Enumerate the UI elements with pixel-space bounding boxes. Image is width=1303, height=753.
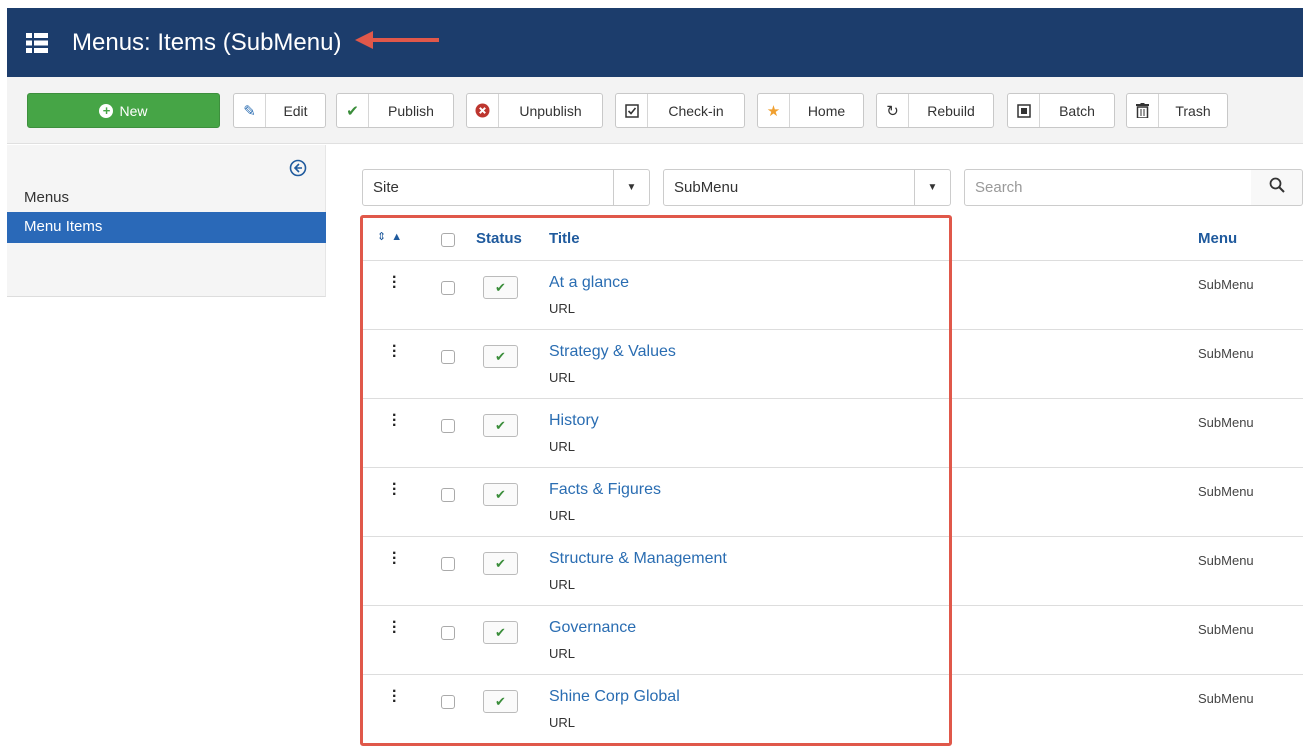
table-row: · · · ✔ Governance URL SubMenu (362, 606, 1303, 675)
page-title: Menus: Items (SubMenu) (72, 28, 342, 56)
item-type: URL (549, 370, 576, 385)
search-input[interactable]: Search (964, 169, 1252, 206)
published-status-button[interactable]: ✔ (483, 690, 518, 713)
check-icon: ✔ (495, 417, 506, 433)
item-type: URL (549, 715, 576, 730)
title-column-header[interactable]: Title (549, 230, 580, 247)
item-title-link[interactable]: Structure & Management (549, 550, 727, 568)
published-status-button[interactable]: ✔ (483, 414, 518, 437)
item-type: URL (549, 439, 576, 454)
refresh-icon: ↻ (877, 94, 909, 127)
published-status-button[interactable]: ✔ (483, 552, 518, 575)
item-type: URL (549, 508, 576, 523)
batch-button[interactable]: Batch (1007, 93, 1115, 128)
item-menu: SubMenu (1198, 277, 1254, 292)
star-icon: ★ (758, 94, 790, 127)
search-button[interactable] (1251, 169, 1303, 206)
arrow-left-icon (355, 30, 441, 55)
item-type: URL (549, 301, 576, 316)
row-checkbox[interactable] (441, 626, 455, 640)
plus-circle-icon: + (99, 103, 114, 118)
table-row: · · · ✔ Facts & Figures URL SubMenu (362, 468, 1303, 537)
item-title-link[interactable]: Governance (549, 619, 636, 637)
item-menu: SubMenu (1198, 622, 1254, 637)
unpublish-button[interactable]: Unpublish (466, 93, 603, 128)
item-type: URL (549, 577, 576, 592)
table-row: · · · ✔ Structure & Management URL SubMenu (362, 537, 1303, 606)
check-icon: ✔ (495, 348, 506, 364)
table-row: · · · ✔ Strategy & Values URL SubMenu (362, 330, 1303, 399)
published-status-button[interactable]: ✔ (483, 621, 518, 644)
trash-icon (1127, 94, 1159, 127)
list-icon (26, 32, 48, 53)
checkbox-icon (616, 94, 648, 127)
table-row: · · · ✔ Shine Corp Global URL SubMenu (362, 675, 1303, 744)
item-menu: SubMenu (1198, 346, 1254, 361)
sort-ordering-icon[interactable]: ⇕▲ (377, 230, 407, 243)
sidebar: Menus Menu Items (7, 145, 326, 297)
item-title-link[interactable]: Facts & Figures (549, 481, 661, 499)
check-icon: ✔ (495, 486, 506, 502)
item-type: URL (549, 646, 576, 661)
batch-icon (1008, 94, 1040, 127)
sidebar-item-menus[interactable]: Menus (24, 189, 69, 206)
drag-handle-icon[interactable]: · · · (392, 615, 397, 641)
row-checkbox[interactable] (441, 281, 455, 295)
check-icon: ✔ (337, 94, 369, 127)
drag-handle-icon[interactable]: · · · (392, 408, 397, 434)
item-title-link[interactable]: Strategy & Values (549, 343, 676, 361)
unpublish-icon (467, 94, 499, 127)
trash-button[interactable]: Trash (1126, 93, 1228, 128)
drag-handle-icon[interactable]: · · · (392, 477, 397, 503)
row-checkbox[interactable] (441, 419, 455, 433)
drag-handle-icon[interactable]: · · · (392, 684, 397, 710)
check-icon: ✔ (495, 624, 506, 640)
row-checkbox[interactable] (441, 350, 455, 364)
menu-column-header[interactable]: Menu (1198, 230, 1237, 247)
published-status-button[interactable]: ✔ (483, 276, 518, 299)
page-header: Menus: Items (SubMenu) (7, 8, 1303, 77)
sidebar-item-menu-items[interactable]: Menu Items (7, 212, 326, 243)
check-icon: ✔ (495, 279, 506, 295)
table-row: · · · ✔ History URL SubMenu (362, 399, 1303, 468)
item-title-link[interactable]: At a glance (549, 274, 629, 292)
edit-icon: ✎ (234, 94, 266, 127)
check-icon: ✔ (495, 555, 506, 571)
published-status-button[interactable]: ✔ (483, 483, 518, 506)
new-button[interactable]: + New (27, 93, 220, 128)
item-title-link[interactable]: Shine Corp Global (549, 688, 680, 706)
item-menu: SubMenu (1198, 691, 1254, 706)
checkin-button[interactable]: Check-in (615, 93, 745, 128)
publish-button[interactable]: ✔ Publish (336, 93, 454, 128)
item-menu: SubMenu (1198, 415, 1254, 430)
toolbar: + New ✎ Edit ✔ Publish Unpublish Check-i… (7, 77, 1303, 144)
item-title-link[interactable]: History (549, 412, 599, 430)
row-checkbox[interactable] (441, 488, 455, 502)
menu-filter-select[interactable]: SubMenu ▼ (663, 169, 951, 206)
item-menu: SubMenu (1198, 553, 1254, 568)
table-row: · · · ✔ At a glance URL SubMenu (362, 261, 1303, 330)
collapse-sidebar-icon[interactable] (289, 159, 307, 177)
drag-handle-icon[interactable]: · · · (392, 546, 397, 572)
site-filter-select[interactable]: Site ▼ (362, 169, 650, 206)
drag-handle-icon[interactable]: · · · (392, 270, 397, 296)
item-menu: SubMenu (1198, 484, 1254, 499)
drag-handle-icon[interactable]: · · · (392, 339, 397, 365)
caret-down-icon: ▼ (914, 170, 950, 205)
row-checkbox[interactable] (441, 557, 455, 571)
rebuild-button[interactable]: ↻ Rebuild (876, 93, 994, 128)
published-status-button[interactable]: ✔ (483, 345, 518, 368)
search-icon (1269, 177, 1285, 198)
caret-down-icon: ▼ (613, 170, 649, 205)
edit-button[interactable]: ✎ Edit (233, 93, 326, 128)
select-all-checkbox[interactable] (441, 233, 455, 247)
status-column-header[interactable]: Status (476, 230, 522, 247)
table-header: ⇕▲ Status Title Menu (362, 217, 1303, 261)
check-icon: ✔ (495, 693, 506, 709)
home-button[interactable]: ★ Home (757, 93, 864, 128)
row-checkbox[interactable] (441, 695, 455, 709)
